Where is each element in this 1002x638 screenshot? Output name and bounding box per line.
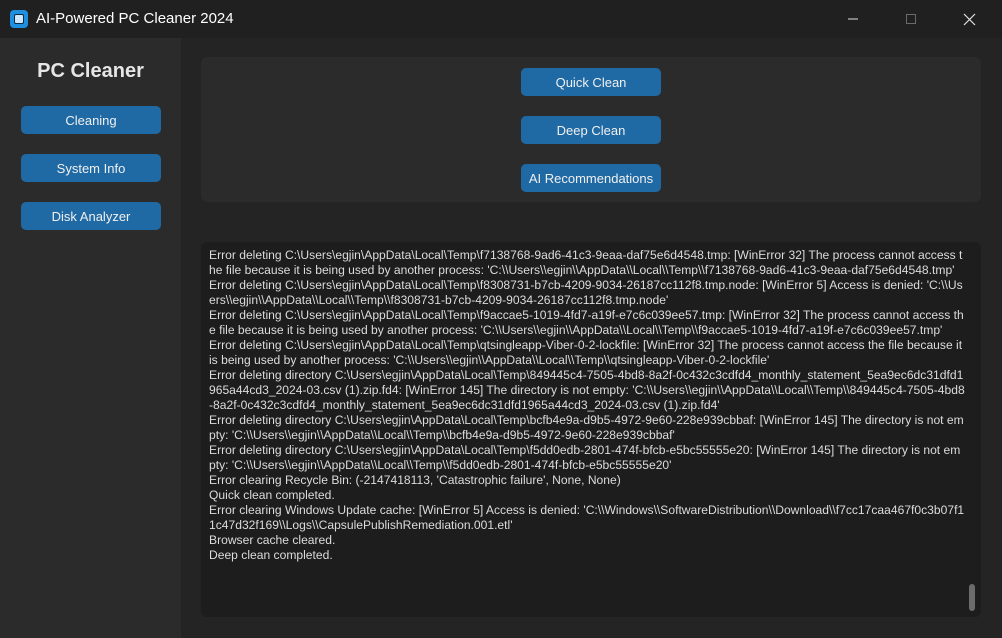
sidebar-item-disk-analyzer[interactable]: Disk Analyzer [21, 202, 161, 230]
sidebar-item-system-info[interactable]: System Info [21, 154, 161, 182]
action-panel: Quick Clean Deep Clean AI Recommendation… [201, 57, 981, 202]
sidebar: PC Cleaner Cleaning System Info Disk Ana… [0, 38, 181, 638]
window-title: AI-Powered PC Cleaner 2024 [36, 10, 234, 27]
log-output[interactable]: Error deleting C:\Users\egjin\AppData\Lo… [201, 242, 981, 617]
app-icon [10, 10, 28, 28]
maximize-button[interactable] [888, 0, 934, 38]
log-text: Error deleting C:\Users\egjin\AppData\Lo… [209, 248, 965, 562]
sidebar-title: PC Cleaner [37, 60, 144, 82]
minimize-icon [848, 18, 858, 20]
close-icon [963, 13, 975, 25]
maximize-icon [906, 14, 916, 24]
ai-recommendations-button[interactable]: AI Recommendations [521, 164, 661, 192]
deep-clean-button[interactable]: Deep Clean [521, 116, 661, 144]
close-button[interactable] [946, 0, 992, 38]
title-bar: AI-Powered PC Cleaner 2024 [0, 0, 1002, 38]
minimize-button[interactable] [830, 0, 876, 38]
quick-clean-button[interactable]: Quick Clean [521, 68, 661, 96]
sidebar-item-cleaning[interactable]: Cleaning [21, 106, 161, 134]
log-scrollbar[interactable] [969, 584, 975, 611]
